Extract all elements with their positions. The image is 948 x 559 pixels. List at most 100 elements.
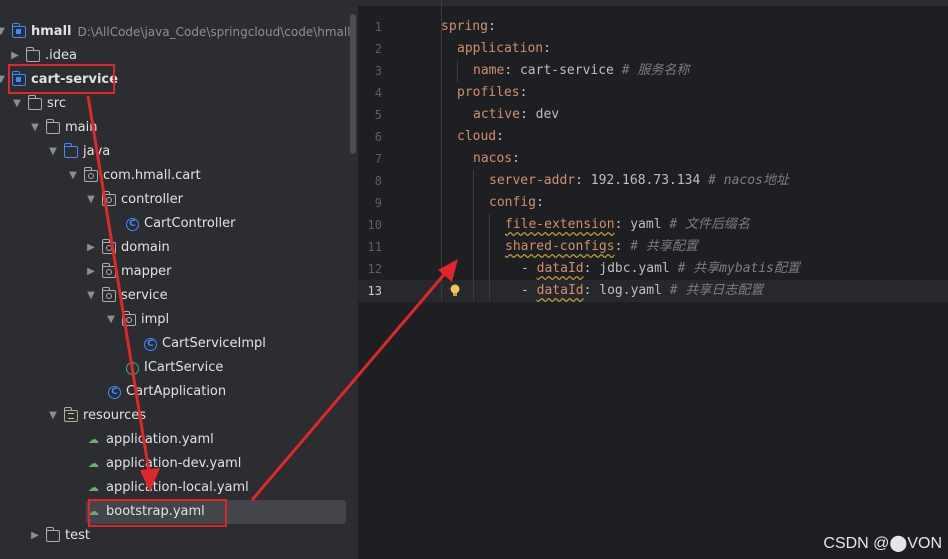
tree-item-label: CartApplication <box>126 384 227 399</box>
tree-item-label: service <box>121 288 168 303</box>
tree-item-label: mapper <box>121 264 172 279</box>
yaml-key: application <box>457 41 544 56</box>
code-line-3[interactable]: name: cart-service # 服务名称 <box>473 60 689 82</box>
line-number: 6 <box>374 130 382 144</box>
code-line-13[interactable]: - dataId: log.yaml # 共享日志配置 <box>521 280 763 302</box>
tree-row-service[interactable]: ▼ service <box>0 284 358 308</box>
resources-folder-icon <box>64 407 78 422</box>
tree-row-main[interactable]: ▼ main <box>0 116 358 140</box>
chevron-right-icon[interactable]: ▶ <box>28 524 42 548</box>
code-line-12[interactable]: - dataId: jdbc.yaml # 共享mybatis配置 <box>521 258 800 280</box>
line-number: 7 <box>374 152 382 166</box>
tree-row-idea[interactable]: ▶ .idea <box>0 44 358 68</box>
yaml-comment: # 共享配置 <box>630 239 698 254</box>
code-line-10[interactable]: file-extension: yaml # 文件后缀名 <box>505 214 750 236</box>
tree-item-label: com.hmall.cart <box>103 168 201 183</box>
code-line-2[interactable]: application: <box>457 38 551 60</box>
code-line-4[interactable]: profiles: <box>457 82 527 104</box>
tree-item-label: src <box>47 96 66 111</box>
yaml-key: nacos <box>473 151 513 166</box>
yaml-file-icon: ☁ <box>88 481 99 494</box>
indent-guide <box>489 214 490 302</box>
editor-tab-strip <box>358 0 948 6</box>
code-line-8[interactable]: server-addr: 192.168.73.134 # nacos地址 <box>489 170 789 192</box>
source-folder-icon <box>64 143 78 158</box>
lightbulb-icon[interactable] <box>449 283 461 299</box>
chevron-down-icon[interactable]: ▼ <box>28 116 42 140</box>
tree-row-src[interactable]: ▼ src <box>0 92 358 116</box>
line-number: 2 <box>374 42 382 56</box>
chevron-down-icon[interactable]: ▼ <box>66 164 80 188</box>
yaml-key: server-addr <box>489 173 576 188</box>
tree-row-icartservice[interactable]: ▶ I ICartService <box>0 356 358 380</box>
line-number: 8 <box>374 174 382 188</box>
folder-icon <box>26 47 40 62</box>
package-icon <box>84 167 98 182</box>
package-icon <box>102 287 116 302</box>
tree-row-resources[interactable]: ▼ resources <box>0 404 358 428</box>
chevron-right-icon[interactable]: ▶ <box>8 44 22 68</box>
package-icon <box>122 311 136 326</box>
interface-icon: I <box>126 361 139 375</box>
chevron-down-icon[interactable]: ▼ <box>0 68 8 92</box>
tree-item-label: application-dev.yaml <box>106 456 242 471</box>
chevron-right-icon[interactable]: ▶ <box>84 236 98 260</box>
tree-row-root[interactable]: ▼ hmall D:\AllCode\java_Code\springcloud… <box>0 20 358 44</box>
tree-row-java[interactable]: ▼ java <box>0 140 358 164</box>
tree-row-test[interactable]: ▶ test <box>0 524 358 548</box>
yaml-value: dev <box>535 107 560 122</box>
tree-row-bootstrap-yaml[interactable]: ☁ bootstrap.yaml <box>86 500 346 524</box>
line-number: 3 <box>374 64 382 78</box>
yaml-key: shared-configs <box>505 239 615 254</box>
yaml-comment: # 文件后缀名 <box>669 217 751 232</box>
tree-item-label: main <box>65 120 98 135</box>
watermark: CSDN @⬤VON <box>823 535 942 552</box>
folder-icon <box>46 119 60 134</box>
chevron-down-icon[interactable]: ▼ <box>46 140 60 164</box>
tree-row-mapper[interactable]: ▶ mapper <box>0 260 358 284</box>
chevron-down-icon[interactable]: ▼ <box>46 404 60 428</box>
tree-root-label: hmall <box>31 24 72 39</box>
code-line-11[interactable]: shared-configs: # 共享配置 <box>505 236 698 258</box>
yaml-comment: # 共享mybatis配置 <box>677 261 801 276</box>
spring-boot-class-icon: C <box>108 385 121 399</box>
code-line-9[interactable]: config: <box>489 192 544 214</box>
project-tree-panel: ▼ hmall D:\AllCode\java_Code\springcloud… <box>0 0 358 559</box>
chevron-down-icon[interactable]: ▼ <box>84 188 98 212</box>
tree-row-cartapplication[interactable]: ▶ C CartApplication <box>0 380 358 404</box>
indent-guide <box>457 60 458 82</box>
tree-row-domain[interactable]: ▶ domain <box>0 236 358 260</box>
tree-row-application-dev-yaml[interactable]: ▶ ☁ application-dev.yaml <box>0 452 358 476</box>
tree-item-label: application-local.yaml <box>106 480 249 495</box>
tree-row-package[interactable]: ▼ com.hmall.cart <box>0 164 358 188</box>
tree-row-impl[interactable]: ▼ impl <box>0 308 358 332</box>
tree-row-application-yaml[interactable]: ▶ ☁ application.yaml <box>0 428 358 452</box>
class-icon: C <box>144 337 157 351</box>
code-line-1[interactable]: spring: <box>441 16 496 38</box>
tree-item-label: impl <box>141 312 170 327</box>
tree-row-controller[interactable]: ▼ controller <box>0 188 358 212</box>
chevron-right-icon[interactable]: ▶ <box>84 260 98 284</box>
chevron-down-icon[interactable]: ▼ <box>0 20 8 44</box>
code-line-6[interactable]: cloud: <box>457 126 504 148</box>
package-icon <box>102 191 116 206</box>
tree-item-label: test <box>65 528 90 543</box>
tree-row-cart-service[interactable]: ▼ cart-service <box>0 68 358 92</box>
yaml-key: cloud <box>457 129 497 144</box>
code-line-7[interactable]: nacos: <box>473 148 520 170</box>
code-line-5[interactable]: active: dev <box>473 104 559 126</box>
chevron-down-icon[interactable]: ▼ <box>10 92 24 116</box>
tree-item-label: ICartService <box>144 360 224 375</box>
line-number: 11 <box>367 240 382 254</box>
chevron-down-icon[interactable]: ▼ <box>104 308 118 332</box>
tree-item-label: application.yaml <box>106 432 214 447</box>
yaml-comment: # 服务名称 <box>621 63 690 78</box>
yaml-comment: # nacos地址 <box>708 173 789 188</box>
tree-row-cartcontroller[interactable]: ▶ C CartController <box>0 212 358 236</box>
tree-row-application-local-yaml[interactable]: ▶ ☁ application-local.yaml <box>0 476 358 500</box>
tree-row-cartserviceimpl[interactable]: ▶ C CartServiceImpl <box>0 332 358 356</box>
yaml-file-icon: ☁ <box>88 505 99 518</box>
module-folder-icon <box>12 71 26 86</box>
chevron-down-icon[interactable]: ▼ <box>84 284 98 308</box>
indent-guide <box>473 170 474 302</box>
